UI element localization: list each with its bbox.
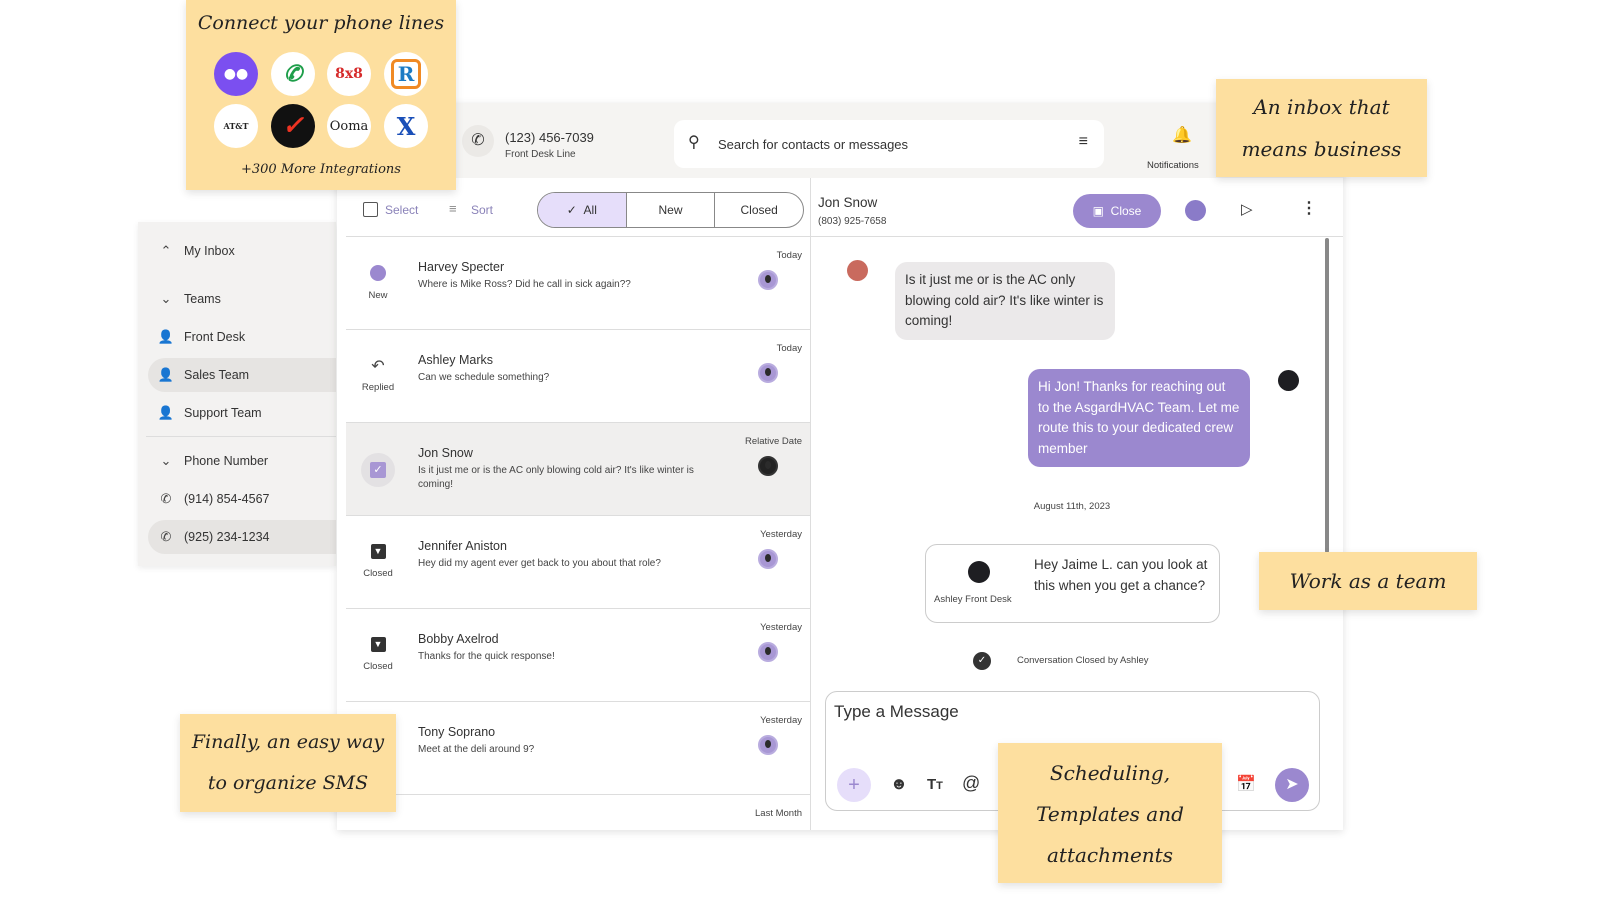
contact-name: Jon Snow bbox=[818, 195, 878, 210]
closed-event: Conversation Closed by Ashley bbox=[1017, 655, 1149, 666]
list-item[interactable]: Last Month bbox=[346, 795, 810, 830]
avatar bbox=[758, 735, 778, 755]
ringcentral-logo: R bbox=[384, 52, 428, 96]
conversation-list: New Harvey Specter Where is Mike Ross? D… bbox=[337, 237, 810, 830]
check-icon: ✓ bbox=[566, 203, 584, 217]
list-item[interactable]: Tony Soprano Meet at the deli around 9? … bbox=[346, 702, 810, 795]
assignee-avatar[interactable] bbox=[1185, 200, 1206, 221]
sticky-team: Work as a team bbox=[1259, 552, 1477, 610]
inbox-sidebar: ⌃ My Inbox ⌄ Teams 👤 Front Desk 👤 Sales Team… bbox=[138, 222, 336, 566]
incoming-message: Is it just me or is the AC only blowing … bbox=[895, 262, 1115, 340]
add-attachment-button[interactable]: + bbox=[837, 768, 871, 802]
tag-icon[interactable]: ▷ bbox=[1241, 200, 1253, 218]
more-options-icon[interactable]: ⋮ bbox=[1301, 198, 1317, 218]
inbox-app: ✆ (123) 456-7039 Front Desk Line ⚲ Searc… bbox=[337, 103, 1343, 830]
top-bar: ✆ (123) 456-7039 Front Desk Line ⚲ Searc… bbox=[337, 103, 1343, 178]
avatar bbox=[758, 549, 778, 569]
line-phone-number: (123) 456-7039 bbox=[505, 130, 594, 145]
composer-placeholder: Type a Message bbox=[834, 702, 959, 721]
agent-avatar bbox=[1278, 370, 1299, 391]
select-label[interactable]: Select bbox=[385, 203, 418, 217]
sidebar-item-phone-925[interactable]: ✆ (925) 234-1234 bbox=[148, 520, 336, 554]
list-item[interactable]: ▼ Closed Bobby Axelrod Thanks for the qui… bbox=[346, 609, 810, 702]
avatar bbox=[758, 270, 778, 290]
person-icon: 👤 bbox=[157, 405, 175, 420]
internal-note: Ashley Front Desk Hey Jaime L. can you l… bbox=[925, 544, 1220, 623]
line-name: Front Desk Line bbox=[505, 149, 576, 160]
google-voice-logo: ✆ bbox=[271, 52, 315, 96]
notifications-label: Notifications bbox=[1147, 160, 1199, 171]
person-icon: 👤 bbox=[157, 329, 175, 344]
divider bbox=[146, 436, 336, 437]
sort-icon[interactable]: ≡ bbox=[449, 201, 457, 216]
checked-checkbox[interactable]: ✓ bbox=[370, 462, 386, 478]
filter-segmented: ✓ All New Closed bbox=[537, 192, 804, 228]
list-item[interactable]: ▼ Closed Jennifer Aniston Hey did my agen… bbox=[346, 516, 810, 609]
sticky-phone-lines: Connect your phone lines ●● ✆ 8x8 R AT&T… bbox=[186, 0, 456, 190]
list-item[interactable]: New Harvey Specter Where is Mike Ross? D… bbox=[346, 237, 810, 330]
chevron-up-icon: ⌃ bbox=[160, 243, 172, 258]
sort-label[interactable]: Sort bbox=[471, 203, 493, 217]
check-circle-icon: ✓ bbox=[973, 652, 991, 670]
close-button[interactable]: ▣ Close bbox=[1073, 194, 1161, 228]
sidebar-item-sales-team[interactable]: 👤 Sales Team bbox=[148, 358, 336, 392]
chevron-down-icon: ⌄ bbox=[160, 453, 172, 468]
contact-avatar bbox=[847, 260, 868, 281]
ooma-logo: Ooma bbox=[327, 104, 371, 148]
mention-icon[interactable]: @ bbox=[962, 773, 980, 794]
avatar bbox=[968, 561, 990, 583]
dialpad-logo: ●● bbox=[214, 52, 258, 96]
calendar-icon[interactable]: 📅 bbox=[1236, 774, 1256, 794]
tab-closed[interactable]: Closed bbox=[715, 193, 803, 227]
filter-icon[interactable]: ≡ bbox=[1079, 133, 1088, 151]
chat-panel: Jon Snow (803) 925-7658 ▣ Close ▷ ⋮ Is i… bbox=[811, 178, 1343, 830]
tab-all[interactable]: ✓ All bbox=[538, 193, 627, 227]
chevron-down-icon: ⌄ bbox=[160, 291, 172, 306]
sticky-organize: Finally, an easy way to organize SMS bbox=[180, 714, 396, 812]
outgoing-message: Hi Jon! Thanks for reaching out to the A… bbox=[1028, 369, 1250, 467]
nextiva-logo: X bbox=[384, 104, 428, 148]
sidebar-item-front-desk[interactable]: 👤 Front Desk bbox=[148, 320, 336, 354]
verizon-logo: ✓ bbox=[271, 104, 315, 148]
sidebar-item-my-inbox[interactable]: ⌃ My Inbox bbox=[148, 234, 336, 268]
new-dot-icon bbox=[370, 265, 386, 281]
search-input[interactable]: ⚲ Search for contacts or messages ≡ bbox=[674, 120, 1104, 168]
avatar bbox=[758, 642, 778, 662]
person-icon: 👤 bbox=[157, 367, 175, 382]
send-button[interactable]: ➤ bbox=[1275, 768, 1309, 802]
search-placeholder: Search for contacts or messages bbox=[718, 137, 909, 152]
sticky-scheduling: Scheduling, Templates and attachments bbox=[998, 743, 1222, 883]
archive-icon: ▼ bbox=[370, 637, 386, 652]
divider bbox=[811, 236, 1343, 237]
emoji-icon[interactable]: ☻ bbox=[890, 774, 908, 794]
att-logo: AT&T bbox=[214, 104, 258, 148]
date-divider: August 11th, 2023 bbox=[1033, 501, 1111, 512]
text-format-icon[interactable]: TT bbox=[927, 776, 943, 793]
contact-phone: (803) 925-7658 bbox=[818, 216, 887, 227]
sidebar-item-support-team[interactable]: 👤 Support Team bbox=[148, 396, 336, 430]
search-icon: ⚲ bbox=[688, 134, 700, 151]
list-item[interactable]: ↶ Replied Ashley Marks Can we schedule so… bbox=[346, 330, 810, 423]
reply-icon: ↶ bbox=[371, 358, 385, 375]
archive-icon: ▼ bbox=[370, 544, 386, 559]
avatar bbox=[758, 456, 778, 476]
8x8-logo: 8x8 bbox=[327, 52, 371, 96]
list-item[interactable]: ✓ Jon Snow Is it just me or is the AC on… bbox=[346, 423, 810, 516]
phone-icon[interactable]: ✆ bbox=[462, 125, 494, 157]
tab-new[interactable]: New bbox=[627, 193, 716, 227]
sidebar-item-phone-914[interactable]: ✆ (914) 854-4567 bbox=[148, 482, 336, 516]
phone-icon: ✆ bbox=[160, 529, 172, 544]
phone-icon: ✆ bbox=[160, 491, 172, 506]
bell-icon[interactable]: 🔔 bbox=[1172, 125, 1192, 145]
sidebar-item-phone-number[interactable]: ⌄ Phone Number bbox=[148, 444, 336, 478]
avatar bbox=[758, 363, 778, 383]
select-checkbox[interactable] bbox=[363, 202, 378, 217]
sidebar-item-teams[interactable]: ⌄ Teams bbox=[148, 282, 336, 316]
sticky-inbox: An inbox that means business bbox=[1216, 79, 1427, 177]
archive-icon: ▣ bbox=[1092, 204, 1111, 218]
